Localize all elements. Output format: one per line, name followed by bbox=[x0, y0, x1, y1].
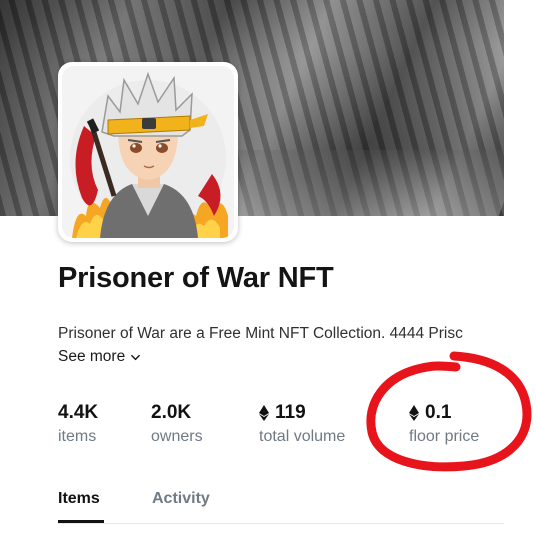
collection-avatar[interactable] bbox=[58, 62, 238, 242]
stat-total-volume-label: total volume bbox=[259, 428, 346, 445]
collection-title: Prisoner of War NFT bbox=[58, 262, 334, 294]
ethereum-icon bbox=[259, 405, 269, 421]
stat-floor-price-label: floor price bbox=[409, 428, 480, 445]
stat-items[interactable]: 4.4K items bbox=[58, 401, 98, 446]
stat-total-volume[interactable]: 119 total volume bbox=[259, 401, 345, 446]
collection-tabs: Items Activity bbox=[58, 488, 504, 524]
stat-items-label: items bbox=[58, 428, 97, 445]
collection-description: Prisoner of War are a Free Mint NFT Coll… bbox=[58, 325, 463, 342]
tab-activity[interactable]: Activity bbox=[152, 490, 210, 508]
page-edge bbox=[504, 0, 536, 536]
stat-items-value: 4.4K bbox=[58, 402, 99, 423]
ethereum-icon bbox=[409, 405, 419, 421]
active-tab-indicator bbox=[58, 520, 104, 523]
stat-owners-value: 2.0K bbox=[151, 402, 192, 423]
stat-floor-price[interactable]: 0.1 floor price bbox=[409, 401, 479, 446]
chevron-down-icon bbox=[131, 354, 141, 360]
tab-items[interactable]: Items bbox=[58, 490, 100, 508]
stat-owners[interactable]: 2.0K owners bbox=[151, 401, 203, 446]
avatar-illustration bbox=[62, 66, 234, 238]
see-more-label: See more bbox=[58, 348, 126, 365]
stat-owners-label: owners bbox=[151, 428, 203, 445]
stat-floor-price-value: 0.1 bbox=[409, 401, 479, 425]
see-more-button[interactable]: See more bbox=[58, 348, 141, 366]
stat-total-volume-value: 119 bbox=[259, 401, 345, 425]
